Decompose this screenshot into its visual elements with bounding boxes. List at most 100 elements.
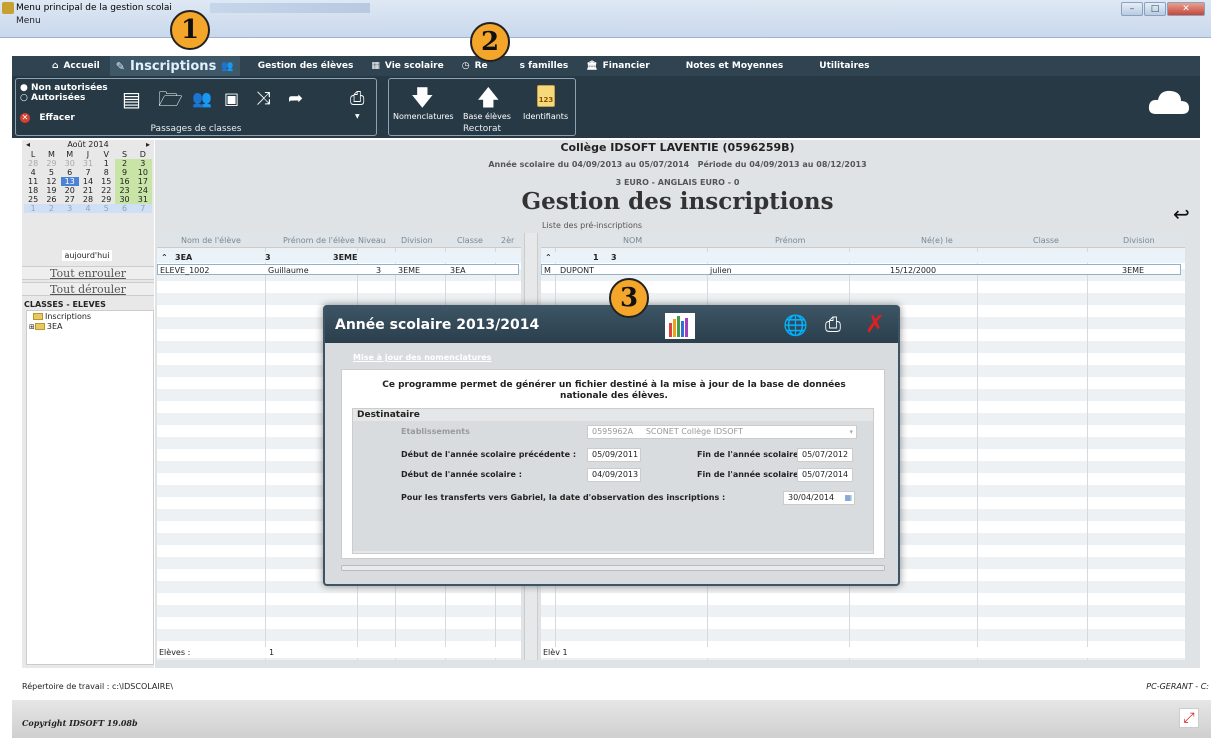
calendar-day[interactable]: 29	[42, 159, 60, 168]
nav-notes[interactable]: Notes et Moyennes	[686, 61, 784, 71]
col-2eme[interactable]: 2èr	[501, 236, 514, 245]
calendar-day[interactable]: 19	[42, 186, 60, 195]
calendar-day[interactable]: 20	[61, 186, 79, 195]
calendar-day[interactable]: 2	[115, 159, 134, 168]
calendar-day[interactable]: 14	[79, 177, 97, 186]
col-ne-le[interactable]: Né(e) le	[921, 236, 953, 245]
nav-vie-scolaire[interactable]: ▦ Vie scolaire	[371, 61, 443, 71]
calendar-day[interactable]: 5	[42, 168, 60, 177]
table-row[interactable]: ELEVE_1002 Guillaume 3 3EME 3EA	[157, 264, 519, 275]
etablissements-select[interactable]: 0595962A SCONET Collège IDSOFT ▾	[587, 425, 857, 439]
effacer-button[interactable]: ✕ Effacer	[20, 113, 75, 123]
tree-item-3ea[interactable]: ⊞ 3EA	[27, 321, 153, 332]
tout-derouler-button[interactable]: Tout dérouler	[22, 282, 154, 296]
calendar-day[interactable]: 7	[133, 204, 152, 213]
tree-item-inscriptions[interactable]: Inscriptions	[27, 311, 153, 321]
prev-month-icon[interactable]: ◂	[26, 140, 30, 150]
folder-icon[interactable]: 🗁	[158, 89, 183, 109]
nav-financier[interactable]: 🏛 Financier	[586, 61, 650, 71]
calendar-day[interactable]: 17	[133, 177, 152, 186]
col-division[interactable]: Division	[401, 236, 433, 245]
calendar-day[interactable]: 1	[24, 204, 43, 213]
group-row[interactable]: ⌃ 3EA 3 3EME	[157, 252, 521, 263]
fin-precedente-field[interactable]: 05/07/2012	[797, 448, 853, 462]
debut-precedente-field[interactable]: 05/09/2011	[587, 448, 641, 462]
calendar-day[interactable]: 25	[24, 195, 42, 204]
mise-a-jour-link[interactable]: Mise à jour des nomenclatures	[353, 353, 491, 362]
nav-accueil[interactable]: ⌂ Accueil	[52, 61, 100, 71]
nav-gestion-eleves[interactable]: Gestion des élèves	[258, 61, 354, 71]
transfert-date-field[interactable]: 30/04/2014 ▦	[783, 491, 855, 505]
calendar-day[interactable]: 16	[115, 177, 134, 186]
calendar-day[interactable]: 6	[61, 168, 79, 177]
calendar-day[interactable]: 29	[97, 195, 115, 204]
calendar-day[interactable]: 8	[97, 168, 115, 177]
calendar-day[interactable]: 31	[79, 159, 97, 168]
col-niveau[interactable]: Niveau	[358, 236, 386, 245]
calendar-day[interactable]: 18	[24, 186, 42, 195]
today-button[interactable]: aujourd'hui	[62, 250, 112, 261]
calendar-day[interactable]: 15	[97, 177, 115, 186]
close-icon[interactable]: ✗	[865, 310, 885, 338]
base-eleves-upload-icon[interactable]: 🡅	[477, 88, 500, 110]
table-row[interactable]: M DUPONT julien 15/12/2000 3EME	[541, 264, 1181, 275]
share-icon[interactable]: ➦	[288, 89, 303, 109]
fin-field[interactable]: 05/07/2014	[797, 468, 853, 482]
maximize-icon[interactable]: □	[1144, 2, 1166, 16]
calendar-day[interactable]: 22	[97, 186, 115, 195]
base-eleves-label[interactable]: Base élèves	[463, 112, 511, 121]
close-icon[interactable]: ✕	[1167, 2, 1205, 16]
collapse-icon[interactable]: ⌃	[545, 252, 552, 263]
collapse-icon[interactable]: ⌃	[161, 252, 168, 263]
nomenclatures-label[interactable]: Nomenclatures	[393, 112, 454, 121]
calendar-day[interactable]: 3	[60, 204, 79, 213]
calendar-picker-icon[interactable]: ▦	[844, 492, 852, 504]
calendar-day[interactable]: 26	[42, 195, 60, 204]
calendar-day[interactable]: 7	[79, 168, 97, 177]
calendar-day[interactable]: 2	[42, 204, 61, 213]
calendar-day[interactable]: 28	[79, 195, 97, 204]
users-icon[interactable]: 👥	[192, 89, 212, 109]
group-row[interactable]: ⌃ 1 3	[541, 252, 1185, 263]
calendar-day[interactable]: 21	[79, 186, 97, 195]
col-classe[interactable]: Classe	[457, 236, 483, 245]
list-document-icon[interactable]: ▤	[122, 89, 141, 109]
col-nom[interactable]: NOM	[623, 236, 642, 245]
calendar-day[interactable]: 10	[133, 168, 152, 177]
back-icon[interactable]: ↩	[1173, 202, 1190, 226]
cloud-icon[interactable]	[1148, 88, 1190, 116]
identifiants-label[interactable]: Identifiants	[523, 112, 568, 121]
debut-field[interactable]: 04/09/2013	[587, 468, 641, 482]
calendar-day[interactable]: 6	[115, 204, 134, 213]
menu-item[interactable]: Menu	[16, 16, 41, 26]
exit-icon[interactable]: ⤢	[1179, 708, 1199, 728]
radio-autorisees[interactable]: ○ Autorisées	[20, 93, 85, 103]
calendar-day[interactable]: 11	[24, 177, 42, 186]
nav-inscriptions[interactable]: ✎ Inscriptions 👥	[109, 56, 240, 76]
calendar-day[interactable]: 4	[78, 204, 98, 213]
col-prenom-eleve[interactable]: Prénom de l'élève	[283, 236, 355, 245]
globe-icon[interactable]: 🌐	[783, 313, 808, 337]
next-month-icon[interactable]: ▸	[146, 140, 150, 150]
calendar-day[interactable]: 12	[42, 177, 60, 186]
calendar-day[interactable]: 30	[61, 159, 79, 168]
dropdown-arrow-icon[interactable]: ▼	[355, 113, 360, 120]
nomenclatures-download-icon[interactable]: 🡇	[411, 88, 434, 110]
calendar-day[interactable]: 27	[61, 195, 79, 204]
printer-icon[interactable]: ⎙	[350, 89, 364, 109]
tout-enrouler-button[interactable]: Tout enrouler	[22, 266, 154, 280]
calendar-day[interactable]: 23	[115, 186, 134, 195]
nav-utilitaires[interactable]: Utilitaires	[819, 61, 869, 71]
minimize-icon[interactable]: –	[1121, 2, 1143, 16]
printer-icon[interactable]: ⎙	[825, 312, 841, 336]
chart-icon[interactable]	[665, 313, 695, 339]
calendar-day[interactable]: 30	[115, 195, 134, 204]
identifiants-icon[interactable]: 123	[537, 85, 555, 107]
calendar-day[interactable]: 3	[133, 159, 152, 168]
shuffle-icon[interactable]: ⤨	[256, 89, 270, 109]
calendar-day[interactable]: 24	[133, 186, 152, 195]
calendar-day[interactable]: 13	[60, 177, 79, 186]
col-prenom[interactable]: Prénom	[775, 236, 805, 245]
calendar-day[interactable]: 1	[97, 159, 115, 168]
nav-relations-familles[interactable]: ◷ Re s familles	[462, 61, 568, 71]
